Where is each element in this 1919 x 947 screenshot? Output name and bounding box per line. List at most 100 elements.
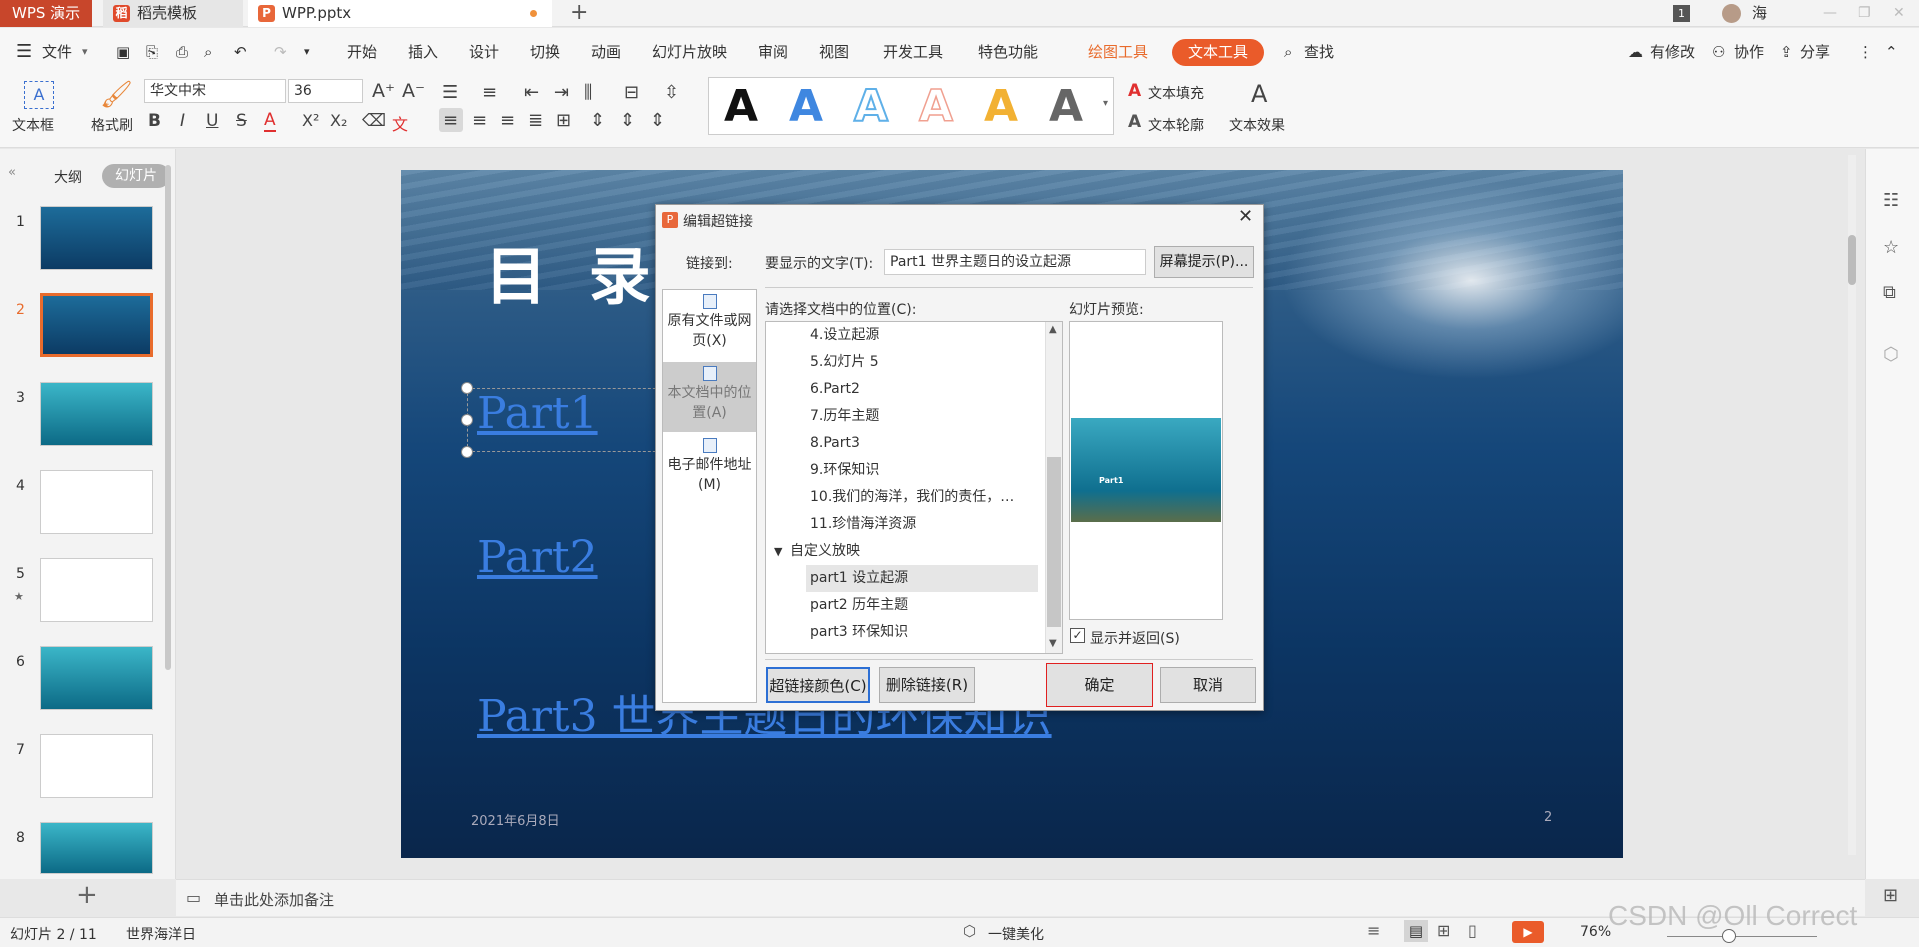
para-spacing-icon[interactable]: ⇕ [590, 110, 605, 131]
text-outline-icon[interactable]: A [1128, 112, 1141, 132]
normal-view-icon[interactable]: ▤ [1404, 920, 1428, 942]
gallery-more-icon[interactable]: ▾ [1103, 98, 1108, 109]
align-right-icon[interactable]: ≡ [500, 110, 515, 131]
avatar[interactable] [1722, 4, 1741, 23]
chevron-down-icon[interactable]: ▼ [774, 538, 782, 565]
menu-animation[interactable]: 动画 [591, 28, 621, 76]
print-icon[interactable]: ⎙ [176, 28, 188, 76]
share-button[interactable]: 分享 [1800, 28, 1830, 76]
tree-item[interactable]: part2 历年主题 [810, 592, 908, 619]
chevron-down-icon[interactable]: ▾ [82, 28, 88, 76]
slide-thumbnail-4[interactable] [40, 470, 153, 534]
text-style-pink-outline[interactable]: A [918, 78, 954, 136]
menu-transition[interactable]: 切换 [530, 28, 560, 76]
italic-icon[interactable]: I [180, 111, 185, 131]
text-style-blue[interactable]: A [789, 78, 823, 136]
notes-toggle-icon[interactable]: ≡ [1367, 921, 1380, 940]
close-icon[interactable]: ✕ [1238, 206, 1253, 227]
export-icon[interactable]: ⎘ [146, 28, 158, 76]
font-name-select[interactable]: 华文中宋 [144, 79, 286, 103]
grid-icon[interactable]: ⊞ [1883, 885, 1898, 906]
text-style-lightblue[interactable]: A [853, 78, 889, 136]
tree-item[interactable]: 4.设立起源 [810, 322, 879, 349]
subscript-icon[interactable]: X₂ [330, 111, 347, 130]
font-size-select[interactable]: 36 [288, 79, 363, 103]
redo-icon[interactable]: ↷ [274, 28, 287, 76]
user-name[interactable]: 海 [1752, 0, 1767, 27]
collapse-ribbon-icon[interactable]: ⌃ [1885, 28, 1898, 76]
display-text-input[interactable]: Part1 世界主题日的设立起源 [884, 249, 1146, 275]
new-tab-icon[interactable]: + [570, 0, 588, 27]
add-slide-icon[interactable]: + [76, 880, 98, 910]
superscript-icon[interactable]: X² [302, 111, 319, 130]
bold-icon[interactable]: B [148, 111, 161, 131]
tab-outline[interactable]: 大纲 [54, 167, 82, 187]
undo-icon[interactable]: ↶ [234, 28, 247, 76]
tree-item-selected[interactable]: part1 设立起源 [806, 565, 1038, 592]
properties-icon[interactable]: ☷ [1883, 190, 1899, 211]
menu-search[interactable]: 查找 [1304, 28, 1334, 76]
tab-wpp-pptx[interactable]: P WPP.pptx [248, 0, 552, 27]
justify-icon[interactable]: ≣ [528, 110, 543, 131]
line-spacing-icon[interactable]: ⇳ [664, 82, 679, 103]
tree-item[interactable]: 5.幻灯片 5 [810, 349, 879, 376]
menu-text-tools[interactable]: 文本工具 [1172, 39, 1264, 66]
reading-view-icon[interactable]: ▯ [1468, 921, 1477, 940]
screen-tip-button[interactable]: 屏幕提示(P)... [1154, 246, 1254, 278]
tree-item[interactable]: 6.Part2 [810, 376, 860, 403]
menu-design[interactable]: 设计 [469, 28, 499, 76]
text-style-gray[interactable]: A [1049, 78, 1083, 136]
decrease-indent-icon[interactable]: ⇤ [524, 82, 539, 103]
format-painter-button[interactable]: 格式刷 [91, 115, 133, 135]
slide-link-part2[interactable]: Part2 [477, 532, 598, 583]
para-settings-icon[interactable]: ⇕ [650, 110, 665, 131]
text-align-box-icon[interactable]: ⊟ [624, 82, 639, 103]
tree-item[interactable]: 11.珍惜海洋资源 [810, 511, 916, 538]
nav-this-document[interactable]: 本文档中的位置(A) [663, 362, 756, 432]
collab-button[interactable]: 协作 [1734, 28, 1764, 76]
nav-existing-file[interactable]: 原有文件或网页(X) [663, 290, 756, 360]
slide-thumbnail-2[interactable] [40, 293, 153, 357]
save-icon[interactable]: ▣ [116, 28, 130, 76]
tree-item[interactable]: part3 环保知识 [810, 619, 908, 646]
print-preview-icon[interactable]: ⌕ [204, 28, 212, 76]
minimize-icon[interactable]: — [1823, 0, 1837, 27]
menu-review[interactable]: 审阅 [758, 28, 788, 76]
tree-item[interactable]: 7.历年主题 [810, 403, 879, 430]
menu-file[interactable]: 文件 [42, 28, 72, 76]
scroll-up-icon[interactable]: ▲ [1049, 324, 1057, 335]
editor-scroll-thumb[interactable] [1848, 235, 1856, 285]
close-window-icon[interactable]: ✕ [1893, 0, 1905, 27]
underline-icon[interactable]: U [206, 111, 218, 131]
slide-thumbnail-8[interactable] [40, 822, 153, 874]
tab-slides[interactable]: 幻灯片 [102, 164, 170, 188]
tree-item[interactable]: 8.Part3 [810, 430, 860, 457]
zoom-level[interactable]: 76% [1580, 924, 1611, 940]
menu-view[interactable]: 视图 [819, 28, 849, 76]
columns-icon[interactable]: ⫼ [584, 82, 592, 103]
quick-access-more-icon[interactable]: ▾ [304, 28, 310, 76]
tree-scroll-thumb[interactable] [1047, 457, 1061, 627]
slide-thumbnail-6[interactable] [40, 646, 153, 710]
format-painter-icon[interactable]: 🖌 [100, 80, 133, 110]
more-icon[interactable]: ⋮ [1858, 28, 1873, 76]
eraser-icon[interactable]: ⌫ [362, 111, 386, 131]
menu-features[interactable]: 特色功能 [978, 28, 1038, 76]
textbox-button[interactable]: 文本框 [12, 115, 54, 135]
menu-insert[interactable]: 插入 [408, 28, 438, 76]
text-fill-button[interactable]: 文本填充 [1148, 83, 1204, 103]
strikethrough-icon[interactable]: S [236, 111, 247, 131]
char-convert-icon[interactable]: 文 [392, 111, 408, 135]
slide-thumbnail-5[interactable] [40, 558, 153, 622]
comment-icon[interactable]: ⧉ [1883, 282, 1896, 303]
align-center-icon[interactable]: ≡ [472, 110, 487, 131]
app-name[interactable]: WPS 演示 [0, 0, 92, 27]
shrink-font-icon[interactable]: A⁻ [402, 80, 425, 102]
search-icon[interactable]: ⌕ [1284, 28, 1292, 76]
font-color-icon[interactable]: A [264, 111, 276, 132]
numbered-list-icon[interactable]: ≡ [482, 82, 497, 103]
link-color-button[interactable]: 超链接颜色(C) [766, 667, 870, 703]
text-style-gold[interactable]: A [984, 78, 1018, 136]
text-style-black[interactable]: A [724, 78, 758, 136]
resize-handle[interactable] [461, 446, 473, 458]
